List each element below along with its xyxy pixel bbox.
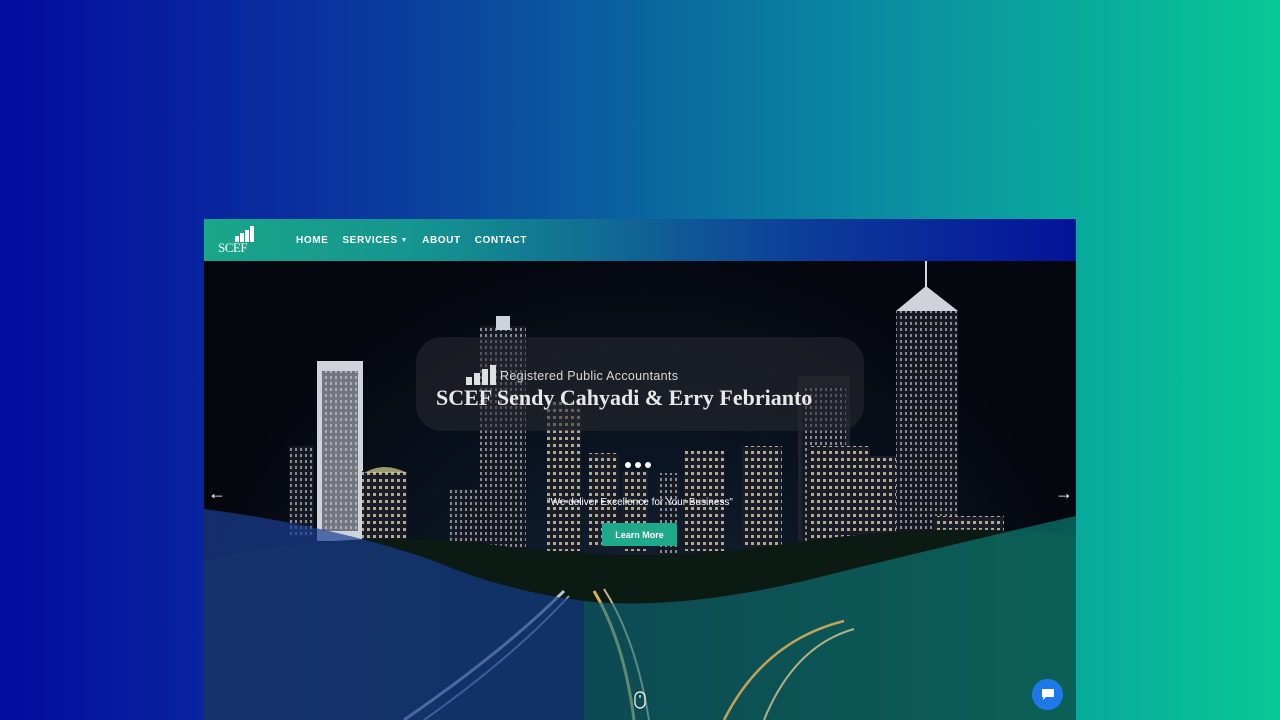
chat-bubble-icon	[1041, 689, 1054, 700]
main-nav: HOME SERVICES ▼ ABOUT CONTACT	[296, 219, 527, 261]
nav-about[interactable]: ABOUT	[422, 235, 461, 246]
hero-brand-box: Registered Public Accountants SCEF Sendy…	[416, 337, 864, 431]
nav-contact-label: CONTACT	[474, 234, 528, 246]
website-frame: SCEF HOME SERVICES ▼ ABOUT CONTACT Regis…	[204, 219, 1076, 720]
arrow-right-icon[interactable]: →	[1055, 483, 1073, 504]
city-skyline-image	[204, 261, 1076, 720]
slider-dot[interactable]	[645, 462, 651, 468]
nav-contact[interactable]: CONTACT	[475, 235, 527, 246]
brand-logo-icon	[466, 365, 496, 385]
learn-more-button[interactable]: Learn More	[602, 523, 677, 546]
nav-services-label: SERVICES	[342, 234, 398, 246]
hero-subtitle: Registered Public Accountants	[500, 369, 679, 383]
mouse-scroll-icon[interactable]	[634, 691, 646, 709]
hero-slider: Registered Public Accountants SCEF Sendy…	[204, 261, 1076, 720]
nav-home-label: HOME	[296, 234, 329, 246]
logo[interactable]: SCEF	[218, 224, 256, 256]
nav-services[interactable]: SERVICES ▼	[342, 235, 408, 246]
slider-dot[interactable]	[635, 462, 641, 468]
nav-home[interactable]: HOME	[296, 235, 328, 246]
nav-about-label: ABOUT	[422, 234, 461, 246]
hero-title: SCEF Sendy Cahyadi & Erry Febrianto	[436, 385, 813, 410]
chevron-down-icon: ▼	[400, 236, 409, 244]
chat-button[interactable]	[1032, 679, 1063, 710]
logo-text: SCEF	[218, 240, 248, 255]
navbar: SCEF HOME SERVICES ▼ ABOUT CONTACT	[204, 219, 1076, 261]
hero-tagline: "We deliver Excellence for Your Business…	[547, 497, 733, 508]
slider-dot[interactable]	[625, 462, 631, 468]
slider-dots	[625, 462, 651, 468]
arrow-left-icon[interactable]: ←	[208, 483, 226, 504]
